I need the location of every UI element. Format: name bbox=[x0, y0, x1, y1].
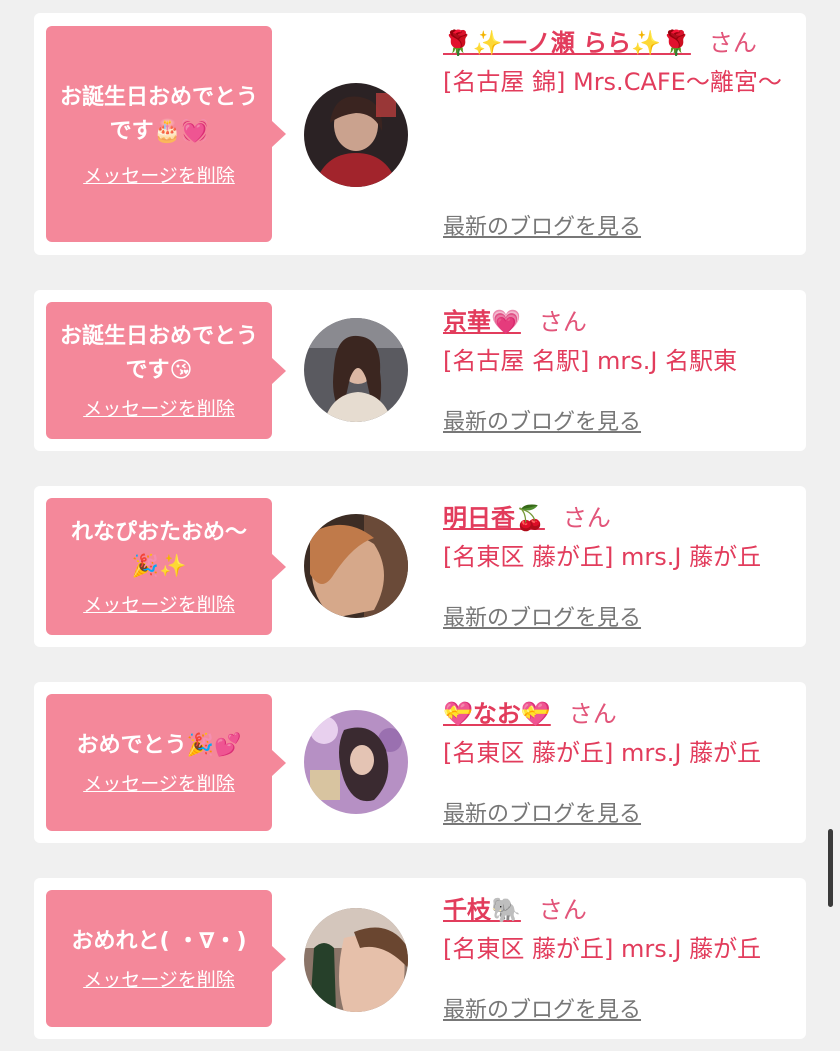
avatar[interactable] bbox=[304, 710, 408, 814]
cast-name-line: 明日香🍒 さん bbox=[443, 502, 796, 534]
blog-link[interactable]: 最新のブログを見る bbox=[443, 992, 641, 1024]
message-bubble: お誕生日おめでとうです🎂💓 メッセージを削除 bbox=[46, 26, 286, 242]
cast-name-link[interactable]: 明日香🍒 bbox=[443, 504, 545, 532]
san-label: さん bbox=[562, 504, 611, 532]
avatar[interactable] bbox=[304, 908, 408, 1012]
message-bubble: おめれと( ・∇・) メッセージを削除 bbox=[46, 890, 286, 1027]
cast-name-line: 千枝🐘 さん bbox=[443, 894, 796, 926]
shop-name: [名東区 藤が丘] mrs.J 藤が丘 bbox=[443, 935, 762, 963]
message-text: おめれと( ・∇・) bbox=[71, 929, 247, 954]
message-text: お誕生日おめでとうです🎂💓 bbox=[59, 84, 258, 144]
scrollbar-thumb[interactable] bbox=[828, 829, 833, 907]
message-text: おめでとう🎉💕 bbox=[76, 733, 242, 758]
blog-link[interactable]: 最新のブログを見る bbox=[443, 404, 641, 436]
message-bubble: おめでとう🎉💕 メッセージを削除 bbox=[46, 694, 286, 831]
cast-name-line: 🌹✨一ノ瀬 らら✨🌹 さん bbox=[443, 27, 796, 59]
message-card: おめれと( ・∇・) メッセージを削除 千枝🐘 さん [名東区 藤が丘] mrs.… bbox=[34, 878, 806, 1039]
cast-name-link[interactable]: 💝なお💝 bbox=[443, 700, 551, 728]
cast-info: 💝なお💝 さん [名東区 藤が丘] mrs.J 藤が丘 bbox=[443, 698, 796, 772]
avatar[interactable] bbox=[304, 83, 408, 187]
san-label: さん bbox=[538, 896, 587, 924]
blog-link[interactable]: 最新のブログを見る bbox=[443, 796, 641, 828]
shop-name: [名東区 藤が丘] mrs.J 藤が丘 bbox=[443, 543, 762, 571]
avatar[interactable] bbox=[304, 318, 408, 422]
shop-name: [名古屋 名駅] mrs.J 名駅東 bbox=[443, 347, 738, 375]
delete-message-link[interactable]: メッセージを削除 bbox=[83, 590, 235, 617]
message-bubble: お誕生日おめでとうです😘 メッセージを削除 bbox=[46, 302, 286, 439]
cast-info: 千枝🐘 さん [名東区 藤が丘] mrs.J 藤が丘 bbox=[443, 894, 796, 968]
san-label: さん bbox=[568, 700, 617, 728]
cast-info: 🌹✨一ノ瀬 らら✨🌹 さん [名古屋 錦] Mrs.CAFE〜離宮〜 bbox=[443, 27, 796, 101]
cast-name-link[interactable]: 🌹✨一ノ瀬 らら✨🌹 bbox=[443, 29, 691, 57]
cast-name-link[interactable]: 千枝🐘 bbox=[443, 896, 521, 924]
shop-name: [名古屋 錦] Mrs.CAFE〜離宮〜 bbox=[443, 68, 782, 96]
cast-name-link[interactable]: 京華💗 bbox=[443, 308, 521, 336]
cast-info: 明日香🍒 さん [名東区 藤が丘] mrs.J 藤が丘 bbox=[443, 502, 796, 576]
shop-name: [名東区 藤が丘] mrs.J 藤が丘 bbox=[443, 739, 762, 767]
cast-info: 京華💗 さん [名古屋 名駅] mrs.J 名駅東 bbox=[443, 306, 796, 380]
delete-message-link[interactable]: メッセージを削除 bbox=[83, 769, 235, 796]
blog-link[interactable]: 最新のブログを見る bbox=[443, 209, 641, 241]
san-label: さん bbox=[708, 29, 757, 57]
delete-message-link[interactable]: メッセージを削除 bbox=[83, 161, 235, 188]
blog-link[interactable]: 最新のブログを見る bbox=[443, 600, 641, 632]
message-card: お誕生日おめでとうです🎂💓 メッセージを削除 🌹✨一ノ瀬 らら✨🌹 さん [名古屋… bbox=[34, 13, 806, 255]
cast-name-line: 💝なお💝 さん bbox=[443, 698, 796, 730]
message-card: お誕生日おめでとうです😘 メッセージを削除 京華💗 さん [名古屋 名駅] mrs… bbox=[34, 290, 806, 451]
san-label: さん bbox=[538, 308, 587, 336]
message-card: れなぴおたおめ〜🎉✨ メッセージを削除 明日香🍒 さん [名東区 藤が丘] mrs… bbox=[34, 486, 806, 647]
message-text: れなぴおたおめ〜🎉✨ bbox=[70, 520, 247, 579]
message-card: おめでとう🎉💕 メッセージを削除 💝なお💝 さん [名東区 藤が丘] mrs.J … bbox=[34, 682, 806, 843]
delete-message-link[interactable]: メッセージを削除 bbox=[83, 394, 235, 421]
message-bubble: れなぴおたおめ〜🎉✨ メッセージを削除 bbox=[46, 498, 286, 635]
avatar[interactable] bbox=[304, 514, 408, 618]
delete-message-link[interactable]: メッセージを削除 bbox=[83, 965, 235, 992]
message-text: お誕生日おめでとうです😘 bbox=[59, 324, 258, 383]
cast-name-line: 京華💗 さん bbox=[443, 306, 796, 338]
